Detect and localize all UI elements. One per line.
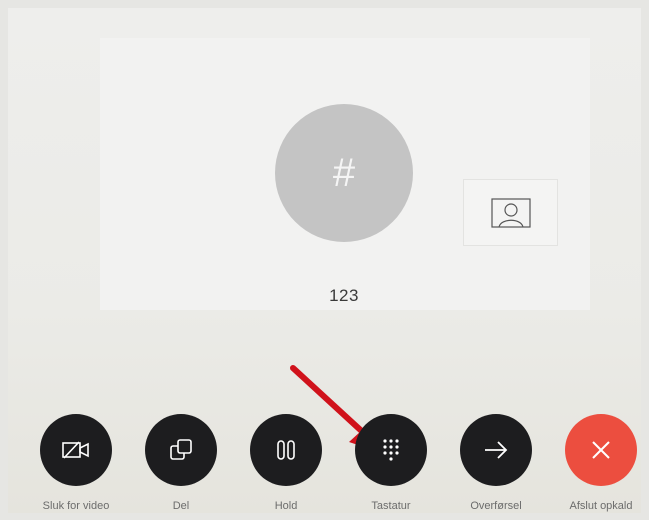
video-off-icon: [62, 441, 89, 459]
keypad-button[interactable]: [355, 414, 427, 486]
share-icon: [170, 439, 192, 460]
hold-button[interactable]: [250, 414, 322, 486]
call-controls: Sluk for video Del Hold Tastatur Overfør…: [0, 414, 649, 520]
video-off-label: Sluk for video: [42, 500, 110, 512]
keypad-control: Tastatur: [336, 414, 446, 512]
end-call-control: Afslut opkald: [546, 414, 649, 512]
person-icon: [490, 197, 531, 228]
share-label: Del: [172, 500, 190, 512]
hold-control: Hold: [231, 414, 341, 512]
caller-number: 123: [329, 286, 359, 305]
hold-label: Hold: [274, 500, 298, 512]
share-control: Del: [126, 414, 236, 512]
close-icon: [592, 441, 610, 459]
self-view-thumbnail[interactable]: [463, 179, 558, 246]
pause-icon: [277, 440, 295, 460]
hash-icon: #: [332, 150, 356, 195]
transfer-label: Overførsel: [470, 500, 522, 512]
end-call-button[interactable]: [565, 414, 637, 486]
video-off-button[interactable]: [40, 414, 112, 486]
call-panel: # 123: [100, 38, 590, 310]
keypad-label: Tastatur: [371, 500, 411, 512]
video-off-control: Sluk for video: [21, 414, 131, 512]
end-call-label: Afslut opkald: [569, 500, 633, 512]
keypad-icon: [383, 439, 399, 461]
transfer-button[interactable]: [460, 414, 532, 486]
caller-avatar: #: [275, 104, 413, 242]
share-button[interactable]: [145, 414, 217, 486]
transfer-control: Overførsel: [441, 414, 551, 512]
arrow-right-icon: [485, 441, 508, 459]
